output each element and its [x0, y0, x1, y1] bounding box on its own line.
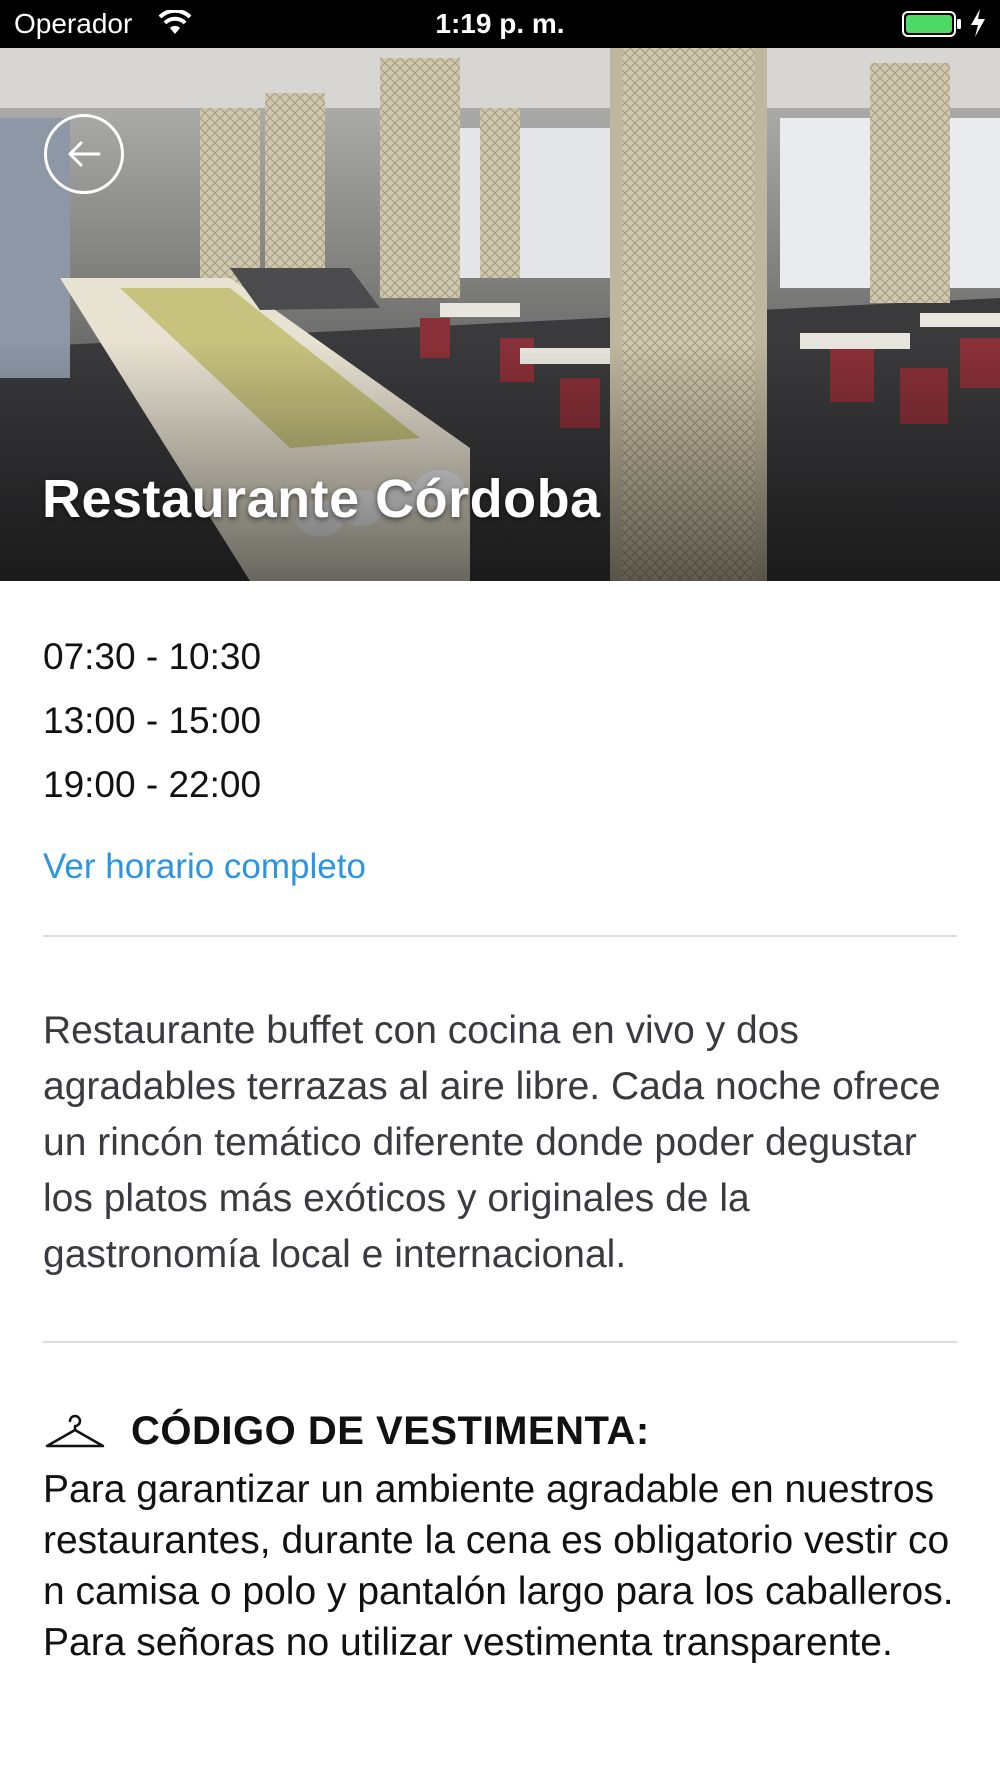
- main-content: 07:30 - 10:30 13:00 - 15:00 19:00 - 22:0…: [43, 581, 957, 1668]
- battery-icon: [902, 10, 962, 43]
- hanger-icon: [43, 1412, 107, 1452]
- full-schedule-link[interactable]: Ver horario completo: [43, 847, 957, 887]
- opening-hours: 07:30 - 10:30 13:00 - 15:00 19:00 - 22:0…: [43, 625, 957, 817]
- charging-bolt-icon: [968, 8, 988, 43]
- dress-code-text: Para garantizar un ambiente agradable en…: [43, 1468, 954, 1664]
- back-button[interactable]: [44, 114, 124, 194]
- hours-row: 07:30 - 10:30: [43, 636, 262, 677]
- page-title: Restaurante Córdoba: [42, 469, 601, 529]
- restaurant-description: Restaurante buffet con cocina en vivo y …: [43, 1009, 941, 1276]
- hours-row: 19:00 - 22:00: [43, 764, 262, 805]
- dress-code-label: CÓDIGO DE VESTIMENTA:: [131, 1409, 650, 1453]
- divider: [43, 1341, 957, 1343]
- hours-row: 13:00 - 15:00: [43, 700, 262, 741]
- status-time: 1:19 p. m.: [435, 8, 565, 39]
- status-bar: Operador 1:19 p. m.: [0, 0, 1000, 48]
- hero-header: Restaurante Córdoba: [0, 48, 1000, 581]
- dress-code-header: CÓDIGO DE VESTIMENTA:: [43, 1409, 957, 1454]
- divider: [43, 935, 957, 937]
